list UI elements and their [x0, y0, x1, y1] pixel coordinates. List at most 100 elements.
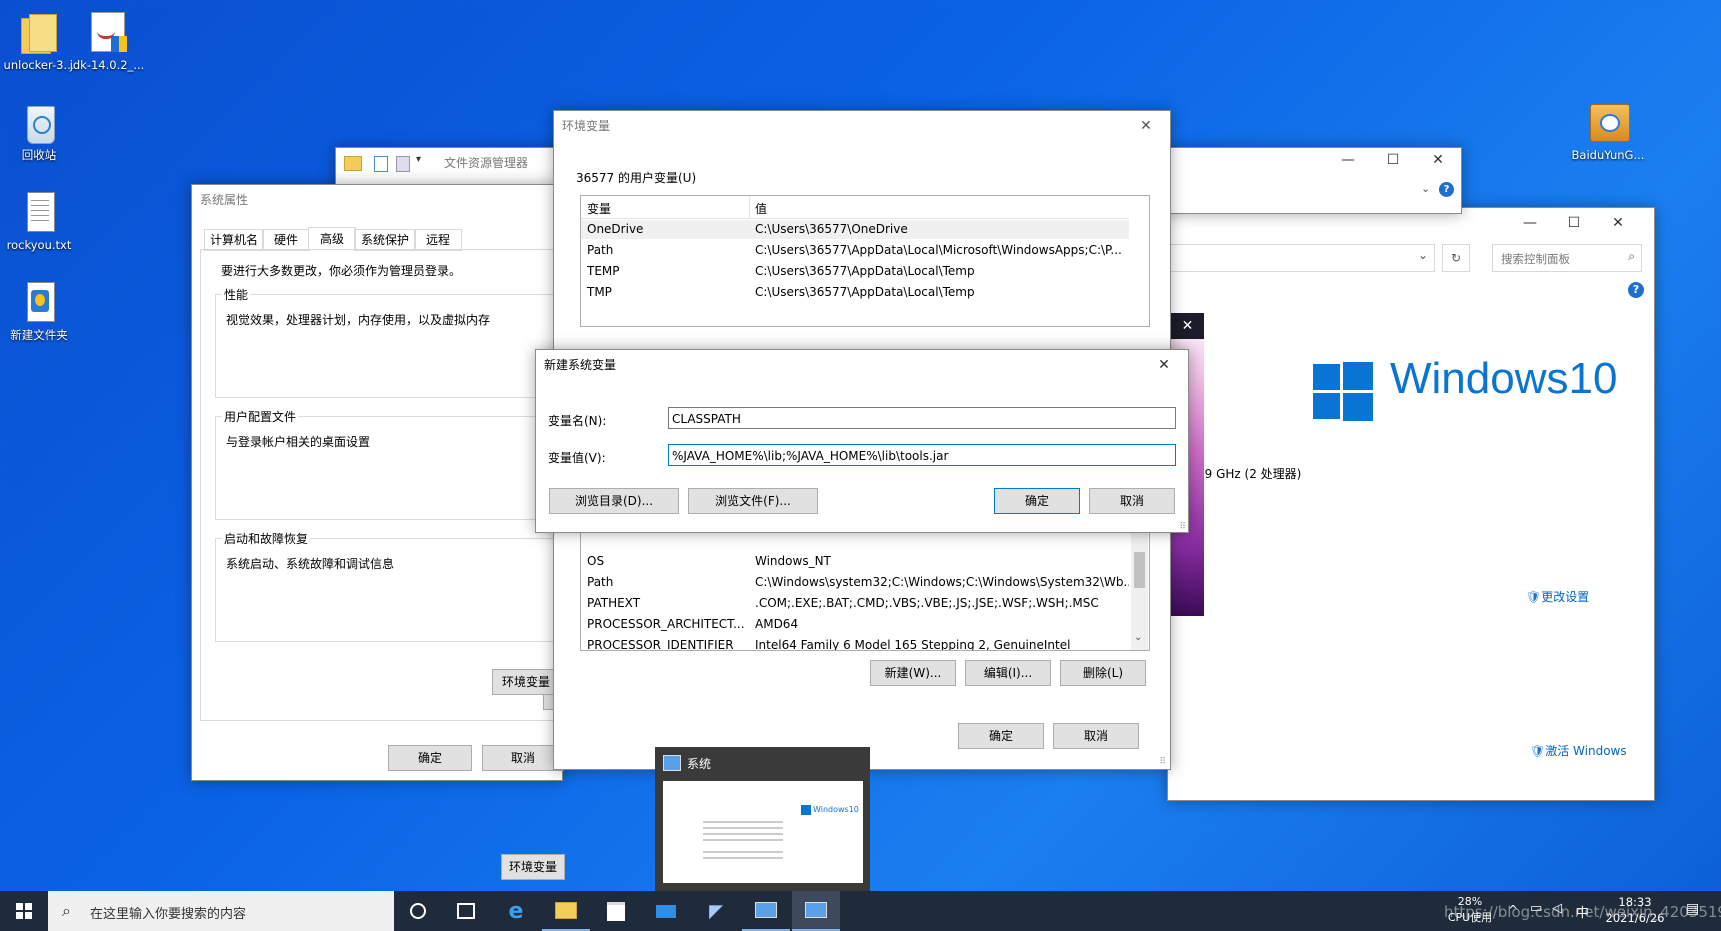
app-button[interactable]: ◤	[692, 891, 740, 931]
desktop-icon-rockyou[interactable]: rockyou.txt	[0, 190, 78, 252]
help-icon[interactable]: ?	[1628, 282, 1644, 298]
mail-button[interactable]	[642, 891, 690, 931]
table-row[interactable]: Path C:\Users\36577\AppData\Local\Micros…	[581, 241, 1129, 260]
table-row[interactable]: OS Windows_NT	[581, 552, 1129, 571]
shield-icon: 🛡	[1526, 590, 1542, 604]
edge-button[interactable]: e	[492, 891, 540, 931]
table-row[interactable]: Path C:\Windows\system32;C:\Windows;C:\W…	[581, 573, 1129, 592]
table-row[interactable]: TMP C:\Users\36577\AppData\Local\Temp	[581, 283, 1129, 302]
help-icon[interactable]: ?	[1439, 182, 1454, 197]
variable-value: .COM;.EXE;.BAT;.CMD;.VBS;.VBE;.JS;.JSE;.…	[755, 596, 1099, 610]
performance-group: 性能 视觉效果，处理器计划，内存使用，以及虚拟内存	[215, 286, 562, 398]
edit-variable-button[interactable]: 编辑(I)...	[965, 660, 1051, 686]
taskbar: ⌕ 在这里输入你要搜索的内容 e ◤ 28% CPU使用 ^ ▭ ◁ 中 18:…	[0, 891, 1721, 931]
ok-button[interactable]: 确定	[958, 723, 1044, 749]
startup-recovery-group: 启动和故障恢复 系统启动、系统故障和调试信息	[215, 530, 562, 642]
table-row[interactable]: PROCESSOR_ARCHITECT... AMD64	[581, 615, 1129, 634]
tab-hardware[interactable]: 硬件	[262, 229, 310, 251]
browse-directory-button[interactable]: 浏览目录(D)...	[549, 488, 679, 514]
column-header-value[interactable]: 值	[755, 200, 767, 217]
desktop-icon-recycle-bin[interactable]: 回收站	[0, 100, 78, 162]
system-monitor-icon	[805, 902, 827, 918]
chevron-down-icon[interactable]: ▾	[416, 154, 421, 165]
environment-variables-button[interactable]: 环境变量	[501, 854, 565, 880]
windows-version-number: 10	[1568, 354, 1618, 403]
folder-icon	[555, 901, 577, 919]
chevron-down-icon[interactable]: ⌄	[1421, 182, 1430, 195]
desktop-icon-unlocker[interactable]: unlocker-3...	[0, 10, 78, 72]
tab-computer-name[interactable]: 计算机名	[204, 229, 264, 251]
cancel-button[interactable]: 取消	[482, 745, 564, 771]
table-row[interactable]: PATHEXT .COM;.EXE;.BAT;.CMD;.VBS;.VBE;.J…	[581, 594, 1129, 613]
column-header-variable[interactable]: 变量	[587, 200, 611, 217]
cancel-button[interactable]: 取消	[1053, 723, 1139, 749]
minimize-button[interactable]: —	[1508, 208, 1552, 238]
file-explorer-button[interactable]	[542, 891, 590, 931]
ok-button[interactable]: 确定	[994, 488, 1080, 514]
ok-button[interactable]: 确定	[388, 745, 472, 771]
maximize-button[interactable]: ☐	[1552, 208, 1596, 238]
variable-name: PROCESSOR_ARCHITECT...	[587, 617, 745, 631]
close-icon[interactable]: ✕	[1171, 313, 1204, 339]
new-folder-icon	[396, 156, 410, 172]
scrollbar[interactable]: ⌄	[1131, 524, 1148, 650]
cancel-button[interactable]: 取消	[1089, 488, 1175, 514]
close-button[interactable]: ✕	[1124, 111, 1168, 141]
cortana-button[interactable]	[394, 891, 442, 931]
variable-name: TEMP	[587, 264, 620, 278]
table-row[interactable]: TEMP C:\Users\36577\AppData\Local\Temp	[581, 262, 1129, 281]
new-variable-button[interactable]: 新建(W)...	[870, 660, 956, 686]
start-button[interactable]	[0, 891, 48, 931]
table-row[interactable]: OneDrive C:\Users\36577\OneDrive	[581, 220, 1129, 239]
tab-system-protection[interactable]: 系统保护	[354, 229, 416, 251]
search-input[interactable]: 搜索控制面板	[1501, 251, 1570, 267]
desktop-icon-label: BaiduYunG...	[1571, 148, 1645, 162]
resize-grip[interactable]: ⠿	[1159, 757, 1166, 767]
admin-note: 要进行大多数更改，你必须作为管理员登录。	[221, 264, 462, 278]
system-properties-window: 系统属性 计算机名 硬件 高级 系统保护 远程 要进行大多数更改，你必须作为管理…	[191, 184, 565, 880]
desktop-icon-baiduyun[interactable]: BaiduYunG...	[1563, 100, 1653, 162]
table-row[interactable]: PROCESSOR_IDENTIFIER Intel64 Family 6 Mo…	[581, 636, 1129, 650]
search-input[interactable]: 在这里输入你要搜索的内容	[90, 903, 246, 922]
maximize-button[interactable]: ☐	[1371, 145, 1415, 175]
address-bar[interactable]: ⌄	[1168, 244, 1435, 272]
task-view-button[interactable]	[442, 891, 490, 931]
variable-value-input[interactable]: %JAVA_HOME%\lib;%JAVA_HOME%\lib\tools.ja…	[668, 444, 1176, 466]
group-description: 与登录帐户相关的桌面设置	[226, 435, 371, 449]
variable-name: PATHEXT	[587, 596, 641, 610]
change-settings-link[interactable]: 🛡更改设置	[1526, 588, 1589, 605]
taskbar-thumbnail[interactable]: 系统 Windows10	[655, 747, 870, 891]
scrollbar-thumb[interactable]	[1134, 552, 1145, 588]
refresh-button[interactable]: ↻	[1442, 244, 1470, 272]
search-icon: ⌕	[1628, 249, 1635, 263]
close-button[interactable]: ✕	[1142, 350, 1186, 380]
system-button[interactable]	[792, 891, 840, 931]
group-description: 视觉效果，处理器计划，内存使用，以及虚拟内存	[226, 313, 491, 327]
minimize-button[interactable]: —	[1326, 145, 1370, 175]
store-icon	[607, 901, 625, 921]
user-vars-list[interactable]: 变量 值 OneDrive C:\Users\36577\OneDrive Pa…	[580, 195, 1150, 327]
delete-variable-button[interactable]: 删除(L)	[1060, 660, 1146, 686]
store-button[interactable]	[592, 891, 640, 931]
chevron-down-icon[interactable]: ⌄	[1418, 248, 1428, 262]
browse-file-button[interactable]: 浏览文件(F)...	[688, 488, 818, 514]
variable-name: OS	[587, 554, 605, 568]
env-vars-button[interactable]: 环境变量	[492, 669, 560, 695]
edge-icon: e	[508, 898, 524, 924]
taskbar-search[interactable]: ⌕ 在这里输入你要搜索的内容	[48, 891, 394, 931]
tab-advanced[interactable]: 高级	[308, 227, 356, 250]
resize-grip[interactable]: ⠿	[1179, 522, 1186, 532]
chevron-down-icon[interactable]: ⌄	[1134, 632, 1142, 643]
desktop-icon-jdk[interactable]: jdk-14.0.2_...	[68, 10, 146, 72]
desktop-icon-new-folder[interactable]: 新建文件夹	[0, 280, 78, 342]
control-panel-button[interactable]	[742, 891, 790, 931]
variable-name-label: 变量名(N):	[548, 414, 607, 428]
system-vars-list[interactable]: OS Windows_NT Path C:\Windows\system32;C…	[580, 523, 1150, 651]
variable-value: C:\Users\36577\AppData\Local\Temp	[755, 264, 975, 278]
variable-name-input[interactable]: CLASSPATH	[668, 407, 1176, 429]
close-button[interactable]: ✕	[1596, 208, 1640, 238]
tab-remote[interactable]: 远程	[414, 229, 462, 251]
activate-windows-link[interactable]: 🛡激活 Windows	[1530, 742, 1627, 759]
close-button[interactable]: ✕	[1416, 145, 1460, 175]
search-box[interactable]: 搜索控制面板 ⌕	[1492, 244, 1642, 272]
